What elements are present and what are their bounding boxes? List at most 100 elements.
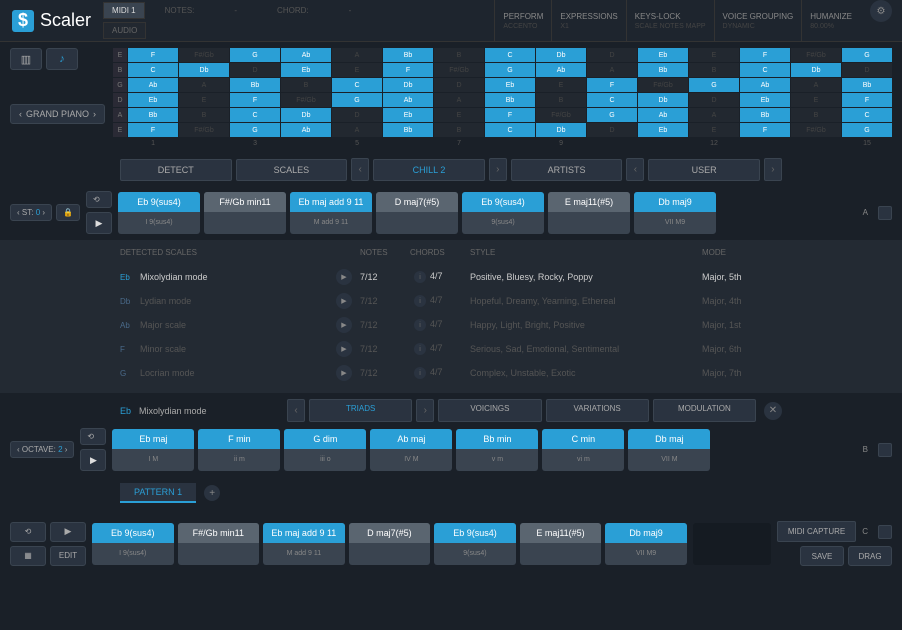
fret-cell[interactable]: Db bbox=[536, 48, 586, 62]
guitar-icon[interactable]: ♪ bbox=[46, 48, 78, 70]
perform-col[interactable]: PERFORM ACCENTO bbox=[494, 0, 551, 41]
fret-cell[interactable]: C bbox=[740, 63, 790, 77]
chord-card[interactable]: Db maj9VII M9 bbox=[634, 192, 716, 234]
fret-cell[interactable]: Db bbox=[179, 63, 229, 77]
fret-cell[interactable]: F#/Gb bbox=[179, 123, 229, 137]
next-arrow-icon[interactable]: › bbox=[489, 158, 507, 181]
modulation-tab[interactable]: MODULATION bbox=[653, 399, 756, 422]
humanize-col[interactable]: HUMANIZE 80.00% bbox=[801, 0, 860, 41]
scale-play-icon[interactable]: ▶ bbox=[336, 341, 352, 357]
fret-cell[interactable]: F bbox=[383, 63, 433, 77]
fret-cell[interactable]: Eb bbox=[638, 123, 688, 137]
voicings-tab[interactable]: VOICINGS bbox=[438, 399, 541, 422]
variations-tab[interactable]: VARIATIONS bbox=[546, 399, 649, 422]
grid-icon[interactable]: ▦ bbox=[10, 546, 46, 566]
fret-cell[interactable]: Bb bbox=[638, 63, 688, 77]
fret-cell[interactable]: A bbox=[689, 108, 739, 122]
chord-card[interactable]: Eb 9(sus4)9(sus4) bbox=[434, 523, 516, 565]
scale-play-icon[interactable]: ▶ bbox=[336, 293, 352, 309]
fret-cell[interactable]: G bbox=[842, 48, 892, 62]
fret-cell[interactable]: Bb bbox=[740, 108, 790, 122]
fret-cell[interactable]: G bbox=[842, 123, 892, 137]
fret-cell[interactable]: D bbox=[842, 63, 892, 77]
expressions-col[interactable]: EXPRESSIONS X1 bbox=[551, 0, 625, 41]
fret-cell[interactable]: B bbox=[281, 78, 331, 92]
fret-cell[interactable]: A bbox=[332, 123, 382, 137]
next-user-arrow-icon[interactable]: › bbox=[764, 158, 782, 181]
chord-card[interactable]: Eb 9(sus4)I 9(sus4) bbox=[118, 192, 200, 234]
fret-cell[interactable]: Bb bbox=[230, 78, 280, 92]
instrument-selector[interactable]: ‹GRAND PIANO› bbox=[10, 104, 105, 124]
fret-cell[interactable]: F#/Gb bbox=[791, 48, 841, 62]
fret-cell[interactable]: F#/Gb bbox=[281, 93, 331, 107]
fret-cell[interactable]: B bbox=[434, 48, 484, 62]
detect-tab[interactable]: DETECT bbox=[120, 159, 232, 181]
scale-row[interactable]: GLocrian mode▶7/12i4/7Complex, Unstable,… bbox=[120, 361, 782, 385]
scale-play-icon[interactable]: ▶ bbox=[336, 365, 352, 381]
scale-row[interactable]: AbMajor scale▶7/12i4/7Happy, Light, Brig… bbox=[120, 313, 782, 337]
fret-cell[interactable]: G bbox=[230, 48, 280, 62]
fret-cell[interactable]: Db bbox=[638, 93, 688, 107]
chord-card[interactable]: E maj11(#5) bbox=[520, 523, 602, 565]
keyslock-col[interactable]: KEYS-LOCK SCALE NOTES MAPP bbox=[626, 0, 714, 41]
fret-cell[interactable]: F bbox=[128, 123, 178, 137]
fret-cell[interactable]: F bbox=[740, 48, 790, 62]
fret-cell[interactable]: E bbox=[689, 123, 739, 137]
fret-cell[interactable]: F bbox=[740, 123, 790, 137]
play-button-c[interactable] bbox=[50, 522, 86, 542]
triads-prev-icon[interactable]: ‹ bbox=[287, 399, 305, 422]
chill-tab[interactable]: CHILL 2 bbox=[373, 159, 485, 181]
close-icon[interactable]: ✕ bbox=[764, 402, 782, 420]
fret-cell[interactable]: G bbox=[230, 123, 280, 137]
prev-user-arrow-icon[interactable]: ‹ bbox=[626, 158, 644, 181]
fret-cell[interactable]: A bbox=[434, 93, 484, 107]
fret-cell[interactable]: Ab bbox=[281, 48, 331, 62]
fret-cell[interactable]: Bb bbox=[485, 93, 535, 107]
chord-card[interactable]: F#/Gb min11 bbox=[178, 523, 260, 565]
fret-cell[interactable]: C bbox=[587, 93, 637, 107]
chord-card[interactable]: D maj7(#5) bbox=[349, 523, 431, 565]
triads-next-icon[interactable]: › bbox=[416, 399, 434, 422]
fret-cell[interactable]: Db bbox=[536, 123, 586, 137]
fret-cell[interactable]: Ab bbox=[128, 78, 178, 92]
link-icon[interactable]: ⟲ bbox=[86, 191, 112, 208]
chord-card[interactable]: F#/Gb min11 bbox=[204, 192, 286, 234]
scale-row[interactable]: EbMixolydian mode▶7/12i4/7Positive, Blue… bbox=[120, 265, 782, 289]
fret-cell[interactable]: B bbox=[179, 108, 229, 122]
fret-cell[interactable]: D bbox=[587, 123, 637, 137]
info-icon[interactable]: i bbox=[414, 343, 426, 355]
fret-cell[interactable]: Ab bbox=[536, 63, 586, 77]
lock-icon[interactable]: 🔒 bbox=[56, 204, 80, 221]
fret-cell[interactable]: G bbox=[332, 93, 382, 107]
chord-card[interactable]: Eb majI M bbox=[112, 429, 194, 471]
fret-cell[interactable]: Db bbox=[791, 63, 841, 77]
fret-cell[interactable]: G bbox=[485, 63, 535, 77]
fret-cell[interactable]: E bbox=[434, 108, 484, 122]
fret-cell[interactable]: Eb bbox=[638, 48, 688, 62]
fret-cell[interactable]: F bbox=[485, 108, 535, 122]
fret-cell[interactable]: Eb bbox=[485, 78, 535, 92]
fret-cell[interactable]: E bbox=[791, 93, 841, 107]
chord-card[interactable]: Bb minv m bbox=[456, 429, 538, 471]
fret-cell[interactable]: Db bbox=[383, 78, 433, 92]
fret-cell[interactable]: C bbox=[485, 48, 535, 62]
scale-row[interactable]: FMinor scale▶7/12i4/7Serious, Sad, Emoti… bbox=[120, 337, 782, 361]
fret-cell[interactable]: F bbox=[128, 48, 178, 62]
fret-cell[interactable]: Bb bbox=[383, 123, 433, 137]
fret-cell[interactable]: Bb bbox=[383, 48, 433, 62]
chord-card[interactable]: Eb 9(sus4)9(sus4) bbox=[462, 192, 544, 234]
drag-button[interactable]: DRAG bbox=[848, 546, 892, 566]
empty-chord-slot[interactable] bbox=[693, 523, 771, 565]
voice-col[interactable]: VOICE GROUPING DYNAMIC bbox=[714, 0, 802, 41]
fret-cell[interactable]: Eb bbox=[281, 63, 331, 77]
chord-card[interactable]: Ab majIV M bbox=[370, 429, 452, 471]
fret-cell[interactable]: Eb bbox=[128, 93, 178, 107]
fret-cell[interactable]: F#/Gb bbox=[638, 78, 688, 92]
fret-cell[interactable]: Bb bbox=[128, 108, 178, 122]
fret-cell[interactable]: E bbox=[179, 93, 229, 107]
add-pattern-icon[interactable]: + bbox=[204, 485, 220, 501]
fret-cell[interactable]: B bbox=[434, 123, 484, 137]
fret-cell[interactable]: Ab bbox=[281, 123, 331, 137]
chord-card[interactable]: E maj11(#5) bbox=[548, 192, 630, 234]
fret-cell[interactable]: C bbox=[230, 108, 280, 122]
